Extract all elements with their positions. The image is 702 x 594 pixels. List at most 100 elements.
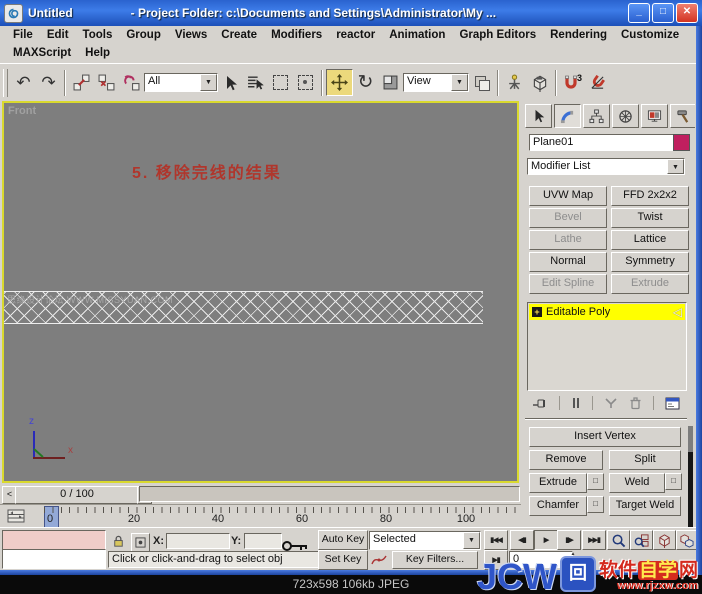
snaps-toggle-icon[interactable]: 3 (560, 70, 585, 95)
zoom-all-icon[interactable] (630, 530, 653, 550)
maximize-button[interactable]: □ (652, 3, 674, 23)
menu-rendering[interactable]: Rendering (543, 29, 614, 41)
bind-to-spacewarp-icon[interactable] (119, 70, 144, 95)
modifier-list-dropdown[interactable]: Modifier List ▼ (527, 158, 685, 175)
undo-icon[interactable]: ↶ (11, 70, 36, 95)
minimize-button[interactable]: _ (628, 3, 650, 23)
chevron-down-icon[interactable]: ▼ (200, 74, 217, 91)
select-and-rotate-icon[interactable]: ↻ (353, 70, 378, 95)
zoom-icon[interactable] (607, 530, 630, 550)
key-mode-toggle-icon[interactable]: ▶▮ (484, 550, 508, 570)
object-name-field[interactable]: Plane01 (529, 134, 675, 151)
tab-utilities[interactable] (670, 104, 695, 128)
time-slider-track[interactable] (139, 486, 520, 502)
configure-modifier-sets-icon[interactable] (665, 397, 680, 410)
tab-modify[interactable] (554, 104, 581, 128)
default-in-out-tangent-icon[interactable] (369, 551, 389, 567)
chevron-down-icon[interactable]: ▼ (451, 74, 468, 91)
tab-display[interactable] (641, 104, 668, 128)
modifier-button-twist[interactable]: Twist (611, 208, 689, 228)
selection-filter-dropdown[interactable]: All ▼ (144, 73, 218, 92)
remove-modifier-icon[interactable] (629, 396, 642, 410)
split-button[interactable]: Split (609, 450, 681, 470)
menu-graph-editors[interactable]: Graph Editors (452, 29, 543, 41)
modifier-button-uvw-map[interactable]: UVW Map (529, 186, 607, 206)
menu-animation[interactable]: Animation (382, 29, 452, 41)
selection-set-dropdown[interactable]: Selected ▼ (369, 531, 481, 550)
keyboard-shortcut-override-icon[interactable] (527, 70, 552, 95)
chamfer-button[interactable]: Chamfer (529, 496, 587, 516)
target-weld-button[interactable]: Target Weld (609, 496, 681, 516)
modifier-button-ffd-2x2x2[interactable]: FFD 2x2x2 (611, 186, 689, 206)
previous-frame-icon[interactable]: ◀▮ (510, 530, 534, 550)
stack-item-editable-poly[interactable]: + Editable Poly ◁ (529, 304, 685, 320)
frame-spinner[interactable]: ▲ ▼ (568, 551, 578, 567)
stack-expand-icon[interactable]: + (532, 307, 542, 317)
menu-file[interactable]: File (6, 29, 40, 41)
menu-maxscript[interactable]: MAXScript (6, 47, 78, 59)
selection-lock-icon[interactable] (110, 533, 127, 550)
scrollbar-thumb[interactable] (688, 426, 693, 452)
zoom-extents-all-icon[interactable] (676, 530, 697, 550)
menu-create[interactable]: Create (214, 29, 264, 41)
modifier-button-lattice[interactable]: Lattice (611, 230, 689, 250)
remove-button[interactable]: Remove (529, 450, 603, 470)
absolute-mode-icon[interactable] (131, 533, 150, 552)
mini-curve-editor-icon[interactable] (7, 508, 25, 524)
chevron-down-icon[interactable]: ▼ (463, 532, 480, 549)
current-frame-field[interactable]: 0 (509, 551, 573, 568)
menu-reactor[interactable]: reactor (329, 29, 382, 41)
set-key-button[interactable]: Set Key (318, 550, 368, 570)
use-pivot-center-icon[interactable] (469, 70, 494, 95)
make-unique-icon[interactable] (604, 396, 618, 410)
menu-help[interactable]: Help (78, 47, 117, 59)
unlink-selection-icon[interactable] (94, 70, 119, 95)
select-object-icon[interactable] (218, 70, 243, 95)
tab-hierarchy[interactable] (583, 104, 610, 128)
select-and-manipulate-icon[interactable] (502, 70, 527, 95)
modifier-stack-list[interactable]: + Editable Poly ◁ (527, 302, 687, 391)
object-color-swatch[interactable] (673, 134, 690, 151)
track-bar[interactable]: 0 20 40 60 80 100 (0, 504, 521, 528)
chevron-down-icon[interactable]: ▼ (667, 159, 684, 174)
modifier-button-normal[interactable]: Normal (529, 252, 607, 272)
menu-views[interactable]: Views (168, 29, 214, 41)
tab-motion[interactable] (612, 104, 639, 128)
tab-create[interactable] (525, 104, 552, 128)
spinner-up-icon[interactable]: ▲ (568, 551, 578, 557)
menu-customize[interactable]: Customize (614, 29, 686, 41)
panel-scrollbar[interactable] (688, 426, 693, 527)
insert-vertex-button[interactable]: Insert Vertex (529, 427, 681, 447)
play-button-icon[interactable]: ▶ (534, 530, 558, 550)
angle-snap-icon[interactable] (585, 70, 610, 95)
maxscript-listener-white[interactable] (2, 549, 106, 569)
y-coordinate-field[interactable] (244, 533, 282, 549)
modifier-button-symmetry[interactable]: Symmetry (611, 252, 689, 272)
maxscript-listener-pink[interactable] (2, 530, 106, 550)
toolbar-drag-handle[interactable] (3, 69, 8, 97)
chamfer-settings-icon[interactable]: □ (587, 496, 604, 513)
menu-group[interactable]: Group (119, 29, 168, 41)
menu-edit[interactable]: Edit (40, 29, 76, 41)
viewport-label[interactable]: Front (8, 105, 36, 117)
select-and-scale-icon[interactable] (378, 70, 403, 95)
select-and-move-icon[interactable] (326, 69, 353, 96)
reference-coordsys-dropdown[interactable]: View ▼ (403, 73, 469, 92)
zoom-extents-icon[interactable] (653, 530, 676, 550)
go-to-end-icon[interactable]: ▶▶▮ (582, 530, 606, 550)
close-button[interactable]: ✕ (676, 3, 698, 23)
extrude-settings-icon[interactable]: □ (587, 473, 604, 490)
window-crossing-icon[interactable] (293, 70, 318, 95)
menu-tools[interactable]: Tools (76, 29, 120, 41)
redo-icon[interactable]: ↷ (36, 70, 61, 95)
time-slider[interactable]: 0 / 100 (15, 486, 139, 504)
go-to-start-icon[interactable]: ▮◀◀ (484, 530, 508, 550)
select-by-name-icon[interactable] (243, 70, 268, 95)
key-filters-button[interactable]: Key Filters... (392, 551, 478, 569)
weld-button[interactable]: Weld (609, 473, 665, 493)
select-and-link-icon[interactable] (69, 70, 94, 95)
next-frame-icon[interactable]: ▮▶ (557, 530, 581, 550)
menu-modifiers[interactable]: Modifiers (264, 29, 329, 41)
spinner-down-icon[interactable]: ▼ (568, 561, 578, 567)
x-coordinate-field[interactable] (166, 533, 230, 549)
